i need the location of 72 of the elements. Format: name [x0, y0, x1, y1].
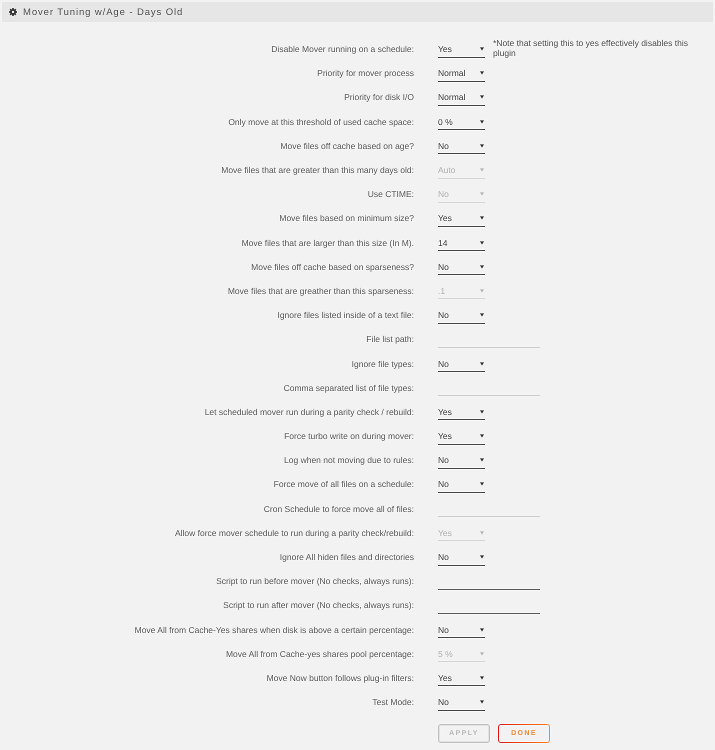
caret-icon	[480, 410, 484, 414]
setting-label: Cron Schedule to force move all of files:	[262, 504, 414, 514]
dropdown[interactable]: No	[438, 548, 485, 566]
setting-label: Script to run after mover (No checks, always runs):	[222, 600, 414, 610]
dropdown[interactable]: No	[438, 306, 485, 324]
setting-label: Force turbo write on during mover:	[283, 431, 414, 442]
caret-icon	[480, 362, 484, 366]
caret-icon	[480, 264, 484, 269]
caret-icon	[480, 676, 484, 680]
dropdown[interactable]: No	[438, 694, 485, 711]
caret-icon	[480, 700, 484, 704]
dropdown[interactable]: No	[438, 258, 485, 276]
dropdown[interactable]: No	[438, 137, 485, 154]
dropdown[interactable]: No	[438, 476, 485, 493]
caret-icon	[480, 47, 484, 52]
caret-icon	[480, 168, 484, 172]
caret-icon	[480, 95, 484, 100]
caret-icon	[480, 482, 484, 486]
caret-icon	[480, 120, 484, 124]
setting-label: Comma separated list of file types:	[282, 382, 414, 393]
setting-label: Move files off cache based on sparseness?	[250, 262, 414, 272]
setting-label: Ignore All hiden files and directories	[278, 552, 414, 562]
caret-icon	[480, 192, 484, 196]
dropdown[interactable]: Yes	[438, 669, 485, 686]
caret-icon	[480, 71, 484, 76]
setting-label: Script to run before mover (No checks, always runs):	[215, 576, 414, 586]
setting-label: Allow force mover schedule to run during a parity check/rebuild:	[174, 528, 414, 538]
setting-label: Ignore file types:	[350, 358, 414, 369]
caret-icon	[480, 652, 484, 656]
setting-label: Disable Mover running on a schedule:	[270, 44, 414, 54]
dropdown[interactable]: Normal	[438, 64, 485, 82]
setting-label: Move files off cache based on age?	[279, 140, 414, 151]
setting-label: Force move of all files on a schedule:	[272, 479, 414, 490]
caret-icon	[480, 458, 484, 462]
dropdown[interactable]: Yes	[438, 210, 485, 227]
caret-icon	[480, 313, 484, 318]
setting-label: Move files that are greater than this many days old:	[220, 165, 414, 176]
caret-icon	[480, 628, 484, 632]
setting-label: Move files that are larger than this size (In M).	[240, 238, 414, 248]
dropdown[interactable]: 0 %	[438, 113, 485, 130]
caret-icon	[480, 216, 484, 220]
note-text: *Note that setting this to yes effectively disables this plugin	[493, 39, 689, 59]
dropdown[interactable]: Yes	[438, 403, 485, 420]
setting-label: Let scheduled mover run during a parity check / rebuild:	[204, 406, 414, 417]
setting-label: Move All from Cache-yes shares pool percentage:	[224, 648, 414, 659]
setting-label: Move files that are greather than this sparseness:	[226, 286, 414, 296]
setting-label: Priority for disk I/O	[343, 92, 414, 102]
setting-label: Ignore files listed inside of a text file:	[276, 310, 414, 320]
dropdown[interactable]: Yes	[438, 40, 485, 58]
setting-label: File list path:	[365, 334, 414, 344]
setting-label: Priority for mover process	[316, 68, 414, 78]
setting-label: Use CTIME:	[366, 189, 414, 200]
caret-icon	[480, 555, 484, 560]
dropdown[interactable]: No	[438, 355, 485, 372]
setting-label: Move All from Cache-Yes shares when disk is above a certain percentage:	[134, 624, 414, 635]
caret-icon	[480, 240, 484, 245]
panel-title: Mover Tuning w/Age - Days Old	[23, 6, 184, 18]
setting-label: Move files based on minimum size?	[278, 213, 414, 224]
dropdown[interactable]: No	[438, 452, 485, 469]
gear-icon	[9, 8, 17, 16]
caret-icon	[480, 434, 484, 438]
setting-label: Only move at this threshold of used cache space:	[227, 116, 414, 127]
caret-icon	[480, 530, 484, 535]
dropdown[interactable]: 14	[438, 234, 485, 252]
setting-label: Move Now button follows plug-in filters:	[266, 672, 414, 683]
caret-icon	[480, 144, 484, 148]
dropdown[interactable]: Normal	[438, 88, 485, 106]
dropdown[interactable]: Yes	[438, 428, 485, 445]
setting-label: Test Mode:	[371, 697, 414, 708]
caret-icon	[480, 288, 484, 293]
dropdown[interactable]: No	[438, 621, 485, 638]
setting-label: Log when not moving due to rules:	[283, 455, 414, 466]
